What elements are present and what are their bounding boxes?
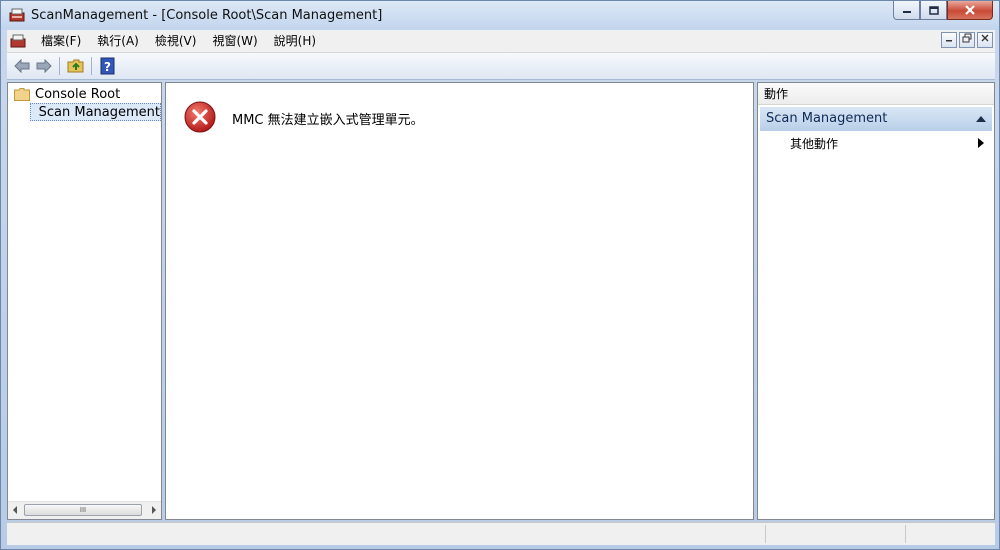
toolbar-separator [91, 57, 92, 75]
menu-view[interactable]: 檢視(V) [147, 30, 205, 52]
actions-section-scan-management[interactable]: Scan Management [760, 107, 992, 131]
child-restore-button[interactable] [959, 32, 975, 48]
minimize-button[interactable] [893, 1, 920, 20]
toolbar-separator [59, 57, 60, 75]
actions-pane: 動作 Scan Management 其他動作 [757, 82, 995, 520]
minimize-icon [902, 11, 911, 13]
status-divider [765, 525, 766, 543]
status-bar [7, 522, 995, 545]
console-menu-icon[interactable] [10, 33, 26, 49]
tree-horizontal-scrollbar[interactable]: III [8, 501, 161, 519]
close-icon [965, 5, 975, 15]
menu-action[interactable]: 執行(A) [89, 30, 147, 52]
menu-items: 檔案(F) 執行(A) 檢視(V) 視窗(W) 說明(H) [33, 30, 324, 52]
menu-window[interactable]: 視窗(W) [204, 30, 265, 52]
scroll-grip: III [79, 506, 87, 514]
result-pane: MMC 無法建立嵌入式管理單元。 [165, 82, 754, 520]
close-button[interactable] [947, 1, 993, 20]
menu-bar: 檔案(F) 執行(A) 檢視(V) 視窗(W) 說明(H) [7, 30, 995, 53]
title-bar[interactable]: ScanManagement - [Console Root\Scan Mana… [1, 1, 999, 30]
actions-item-more-actions[interactable]: 其他動作 [790, 135, 838, 152]
error-message: MMC 無法建立嵌入式管理單元。 [232, 113, 424, 128]
child-close-button[interactable] [977, 32, 993, 48]
tree-item-label: Console Root [35, 86, 121, 102]
tree-item-label: Scan Management [38, 104, 160, 120]
scroll-left-icon[interactable] [13, 506, 17, 514]
scan-management-app-icon [9, 8, 25, 22]
submenu-arrow-icon [978, 138, 984, 148]
child-minimize-button[interactable] [941, 32, 957, 48]
status-divider [905, 525, 906, 543]
svg-text:?: ? [104, 60, 111, 74]
actions-header: 動作 [758, 83, 994, 105]
child-window-buttons [941, 32, 993, 48]
tree-item-scan-management[interactable]: Scan Management [30, 103, 161, 121]
actions-section-label: Scan Management [766, 111, 888, 126]
menu-file[interactable]: 檔案(F) [33, 30, 89, 52]
folder-icon [33, 111, 34, 113]
help-icon[interactable]: ? [99, 57, 117, 75]
up-folder-icon[interactable] [67, 57, 85, 75]
scroll-right-icon[interactable] [152, 506, 156, 514]
console-tree-pane[interactable]: Console Root Scan Management III [7, 82, 162, 520]
collapse-up-icon[interactable] [976, 116, 986, 122]
maximize-button[interactable] [920, 1, 947, 20]
maximize-icon [928, 5, 939, 15]
forward-arrow-icon[interactable] [35, 57, 53, 75]
back-arrow-icon[interactable] [13, 57, 31, 75]
close-icon [981, 34, 989, 42]
mmc-window: ScanManagement - [Console Root\Scan Mana… [0, 0, 1000, 550]
minimize-icon [946, 40, 952, 42]
window-title: ScanManagement - [Console Root\Scan Mana… [31, 8, 383, 23]
caption-buttons [893, 1, 993, 21]
scrollbar-thumb[interactable]: III [24, 504, 142, 516]
folder-icon [14, 87, 30, 101]
restore-icon [962, 33, 972, 43]
toolbar: ? [7, 53, 995, 80]
menu-help[interactable]: 說明(H) [266, 30, 324, 52]
tree-item-console-root[interactable]: Console Root [14, 85, 120, 103]
error-icon [184, 101, 216, 133]
